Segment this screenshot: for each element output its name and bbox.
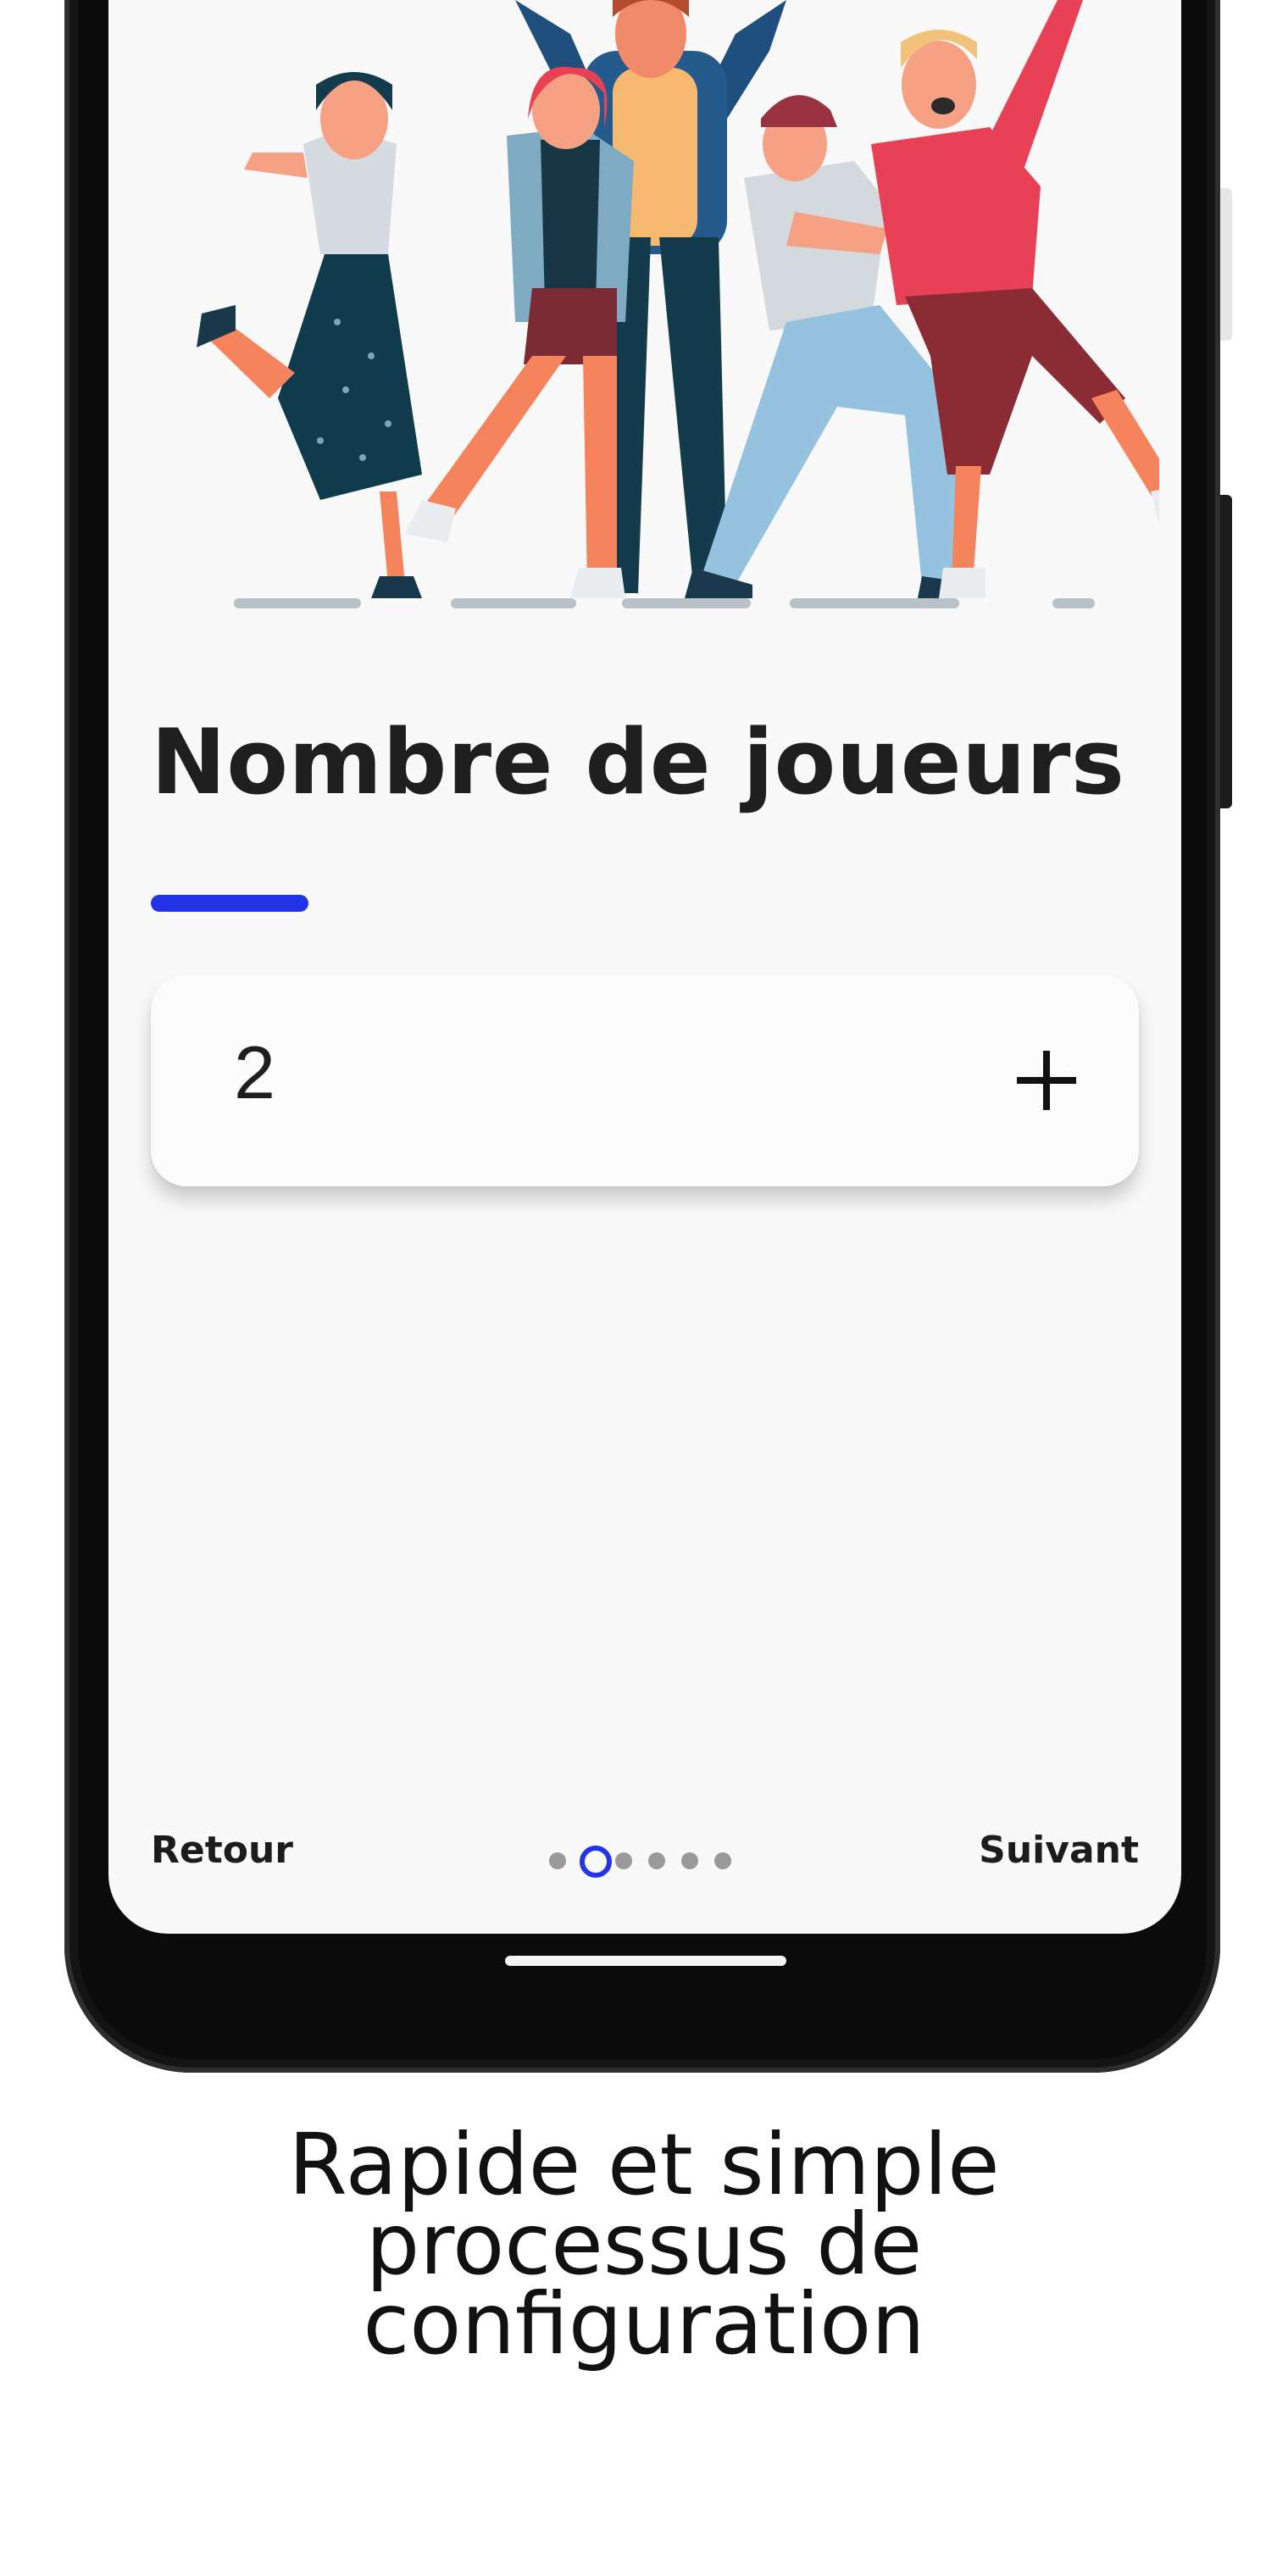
promo-caption: Rapide et simple processus de configurat…	[0, 2115, 1288, 2373]
pagination-dot	[681, 1852, 698, 1869]
caption-line: processus de	[365, 2195, 923, 2294]
app-screen: Nombre de joueurs 2 Retour Suivant	[108, 0, 1181, 1934]
pagination-dots	[549, 1840, 769, 1878]
page-title: Nombre de joueurs	[151, 710, 1125, 814]
pagination-dot	[615, 1852, 632, 1869]
pagination-dot	[714, 1852, 731, 1869]
caption-line: configuration	[363, 2274, 925, 2373]
pagination-dot	[549, 1852, 566, 1869]
player-count-value: 2	[234, 1030, 275, 1114]
phone-side-button	[1220, 188, 1232, 341]
pagination-dot	[648, 1852, 665, 1869]
home-indicator[interactable]	[505, 1956, 786, 1966]
title-accent-bar	[151, 895, 308, 912]
plus-icon-stroke	[1043, 1051, 1050, 1110]
group-of-friends-illustration	[197, 0, 1159, 608]
increment-button[interactable]	[1000, 1034, 1093, 1127]
next-button[interactable]: Suivant	[979, 1829, 1139, 1872]
caption-line: Rapide et simple	[288, 2115, 1000, 2214]
phone-power-button	[1220, 495, 1232, 808]
back-button[interactable]: Retour	[151, 1829, 293, 1872]
pagination-dot-active	[580, 1846, 612, 1878]
player-count-stepper: 2	[151, 974, 1139, 1186]
